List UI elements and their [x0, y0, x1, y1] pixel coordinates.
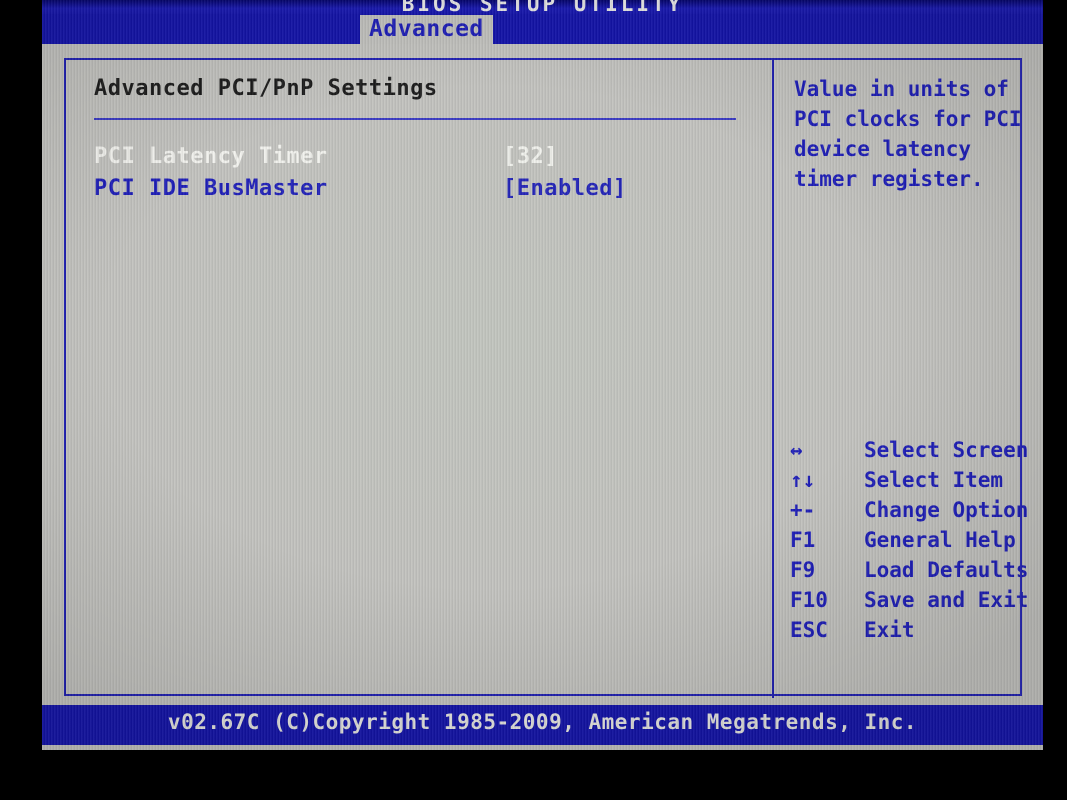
settings-pane: Advanced PCI/PnP Settings PCI Latency Ti… — [66, 60, 772, 698]
legend-label: Load Defaults — [864, 558, 1029, 582]
legend-row-load-defaults: F9 Load Defaults — [790, 558, 1028, 588]
up-down-arrow-icon: ↑↓ — [790, 468, 816, 492]
title-bar: BIOS SETUP UTILITY — [42, 0, 1043, 14]
tab-advanced[interactable]: Advanced — [360, 15, 493, 44]
menu-bar[interactable]: Advanced — [42, 14, 1043, 44]
section-divider — [94, 118, 736, 120]
f9-key-icon: F9 — [790, 558, 816, 582]
legend-label: Change Option — [864, 498, 1029, 522]
crt-photo-frame: BIOS SETUP UTILITY Advanced Advanced PCI… — [0, 0, 1067, 800]
setting-row-pci-ide-busmaster[interactable]: PCI IDE BusMaster [Enabled] — [66, 176, 772, 206]
legend-row-exit: ESC Exit — [790, 618, 1024, 648]
legend-row-change-option: +- Change Option — [790, 498, 1028, 528]
legend-label: Exit — [864, 618, 915, 642]
setting-label: PCI Latency Timer — [94, 144, 328, 169]
footer-bar: v02.67C (C)Copyright 1985-2009, American… — [42, 705, 1043, 745]
content-frame: Advanced PCI/PnP Settings PCI Latency Ti… — [64, 58, 1028, 698]
legend-row-save-and-exit: F10 Save and Exit — [790, 588, 1028, 618]
legend-row-select-item: ↑↓ Select Item — [790, 468, 1024, 498]
page-title: BIOS SETUP UTILITY — [401, 0, 684, 14]
left-right-arrow-icon: ↔ — [790, 438, 803, 462]
legend-label: Save and Exit — [864, 588, 1029, 612]
legend-label: Select Item — [864, 468, 1004, 492]
legend-label: General Help — [864, 528, 1016, 552]
legend-row-general-help: F1 General Help — [790, 528, 1024, 558]
key-legend: ↔ Select Screen ↑↓ Select Item +- Change… — [790, 438, 1028, 648]
legend-row-select-screen: ↔ Select Screen — [790, 438, 1028, 468]
esc-key-icon: ESC — [790, 618, 828, 642]
copyright-text: v02.67C (C)Copyright 1985-2009, American… — [167, 710, 918, 734]
help-text: Value in units of PCI clocks for PCI dev… — [794, 77, 1022, 191]
setting-value[interactable]: [32] — [503, 144, 558, 169]
body-area: Advanced PCI/PnP Settings PCI Latency Ti… — [42, 44, 1043, 705]
legend-label: Select Screen — [864, 438, 1029, 462]
setting-row-pci-latency-timer[interactable]: PCI Latency Timer [32] — [66, 144, 772, 174]
section-title: Advanced PCI/PnP Settings — [94, 76, 438, 101]
help-pane: Value in units of PCI clocks for PCI dev… — [774, 60, 1028, 698]
plus-minus-icon: +- — [790, 498, 816, 522]
setting-value[interactable]: [Enabled] — [503, 176, 627, 201]
f1-key-icon: F1 — [790, 528, 816, 552]
bios-screen: BIOS SETUP UTILITY Advanced Advanced PCI… — [42, 0, 1043, 750]
setting-label: PCI IDE BusMaster — [94, 176, 328, 201]
f10-key-icon: F10 — [790, 588, 828, 612]
